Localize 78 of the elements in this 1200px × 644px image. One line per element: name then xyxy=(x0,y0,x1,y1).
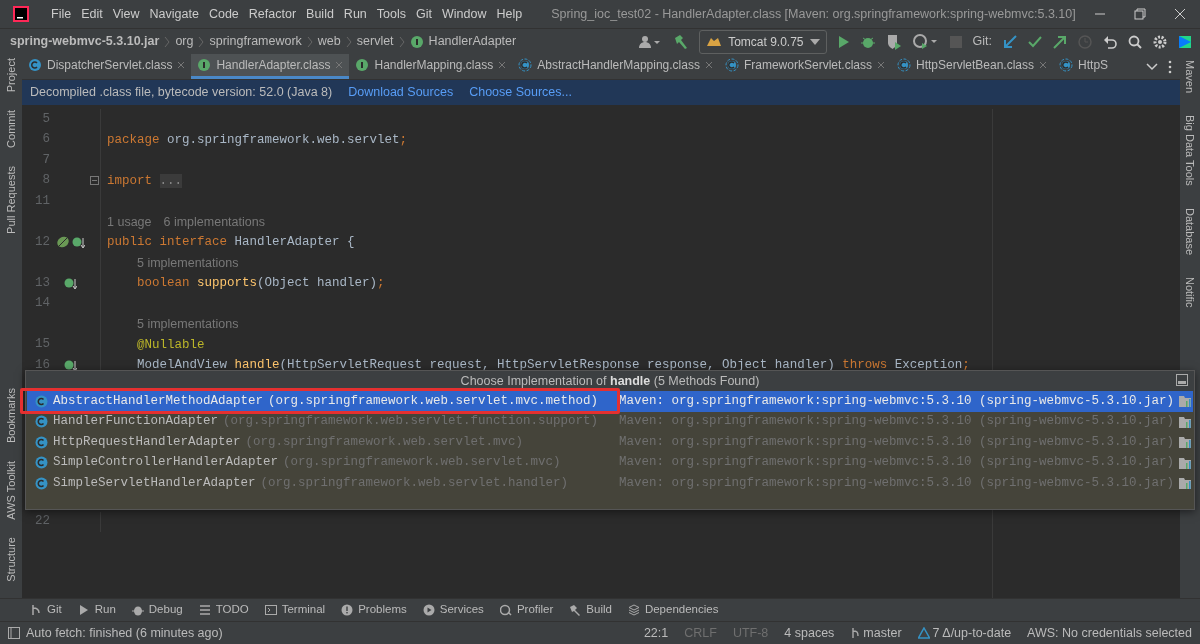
breadcrumb-item[interactable]: servlet xyxy=(356,32,394,51)
tool-window-button[interactable]: Run xyxy=(77,601,116,619)
code-line: import ... xyxy=(100,170,183,191)
menu-item[interactable]: Help xyxy=(491,4,528,24)
inlay-hint[interactable]: 5 implementations xyxy=(137,314,239,335)
editor-tab[interactable]: HttpS xyxy=(1053,54,1115,79)
line-number: 13 xyxy=(34,274,50,292)
tool-window-button[interactable]: Maven xyxy=(1181,60,1199,94)
code-line: boolean supports(Object handler); xyxy=(100,273,385,294)
menu-item[interactable]: Window xyxy=(436,4,492,24)
line-number: 8 xyxy=(41,172,50,190)
menu-item[interactable]: Refactor xyxy=(243,4,302,24)
breadcrumb-item[interactable]: springframework xyxy=(209,32,302,51)
banner-link[interactable]: Choose Sources... xyxy=(469,83,572,102)
tool-window-button[interactable]: Debug xyxy=(131,601,183,619)
menu-item[interactable]: Build xyxy=(301,4,339,24)
line-number: 14 xyxy=(34,295,50,313)
tool-window-button[interactable]: Database xyxy=(1181,207,1199,255)
line-number: 12 xyxy=(34,233,50,251)
menu-item[interactable]: Navigate xyxy=(144,4,204,24)
tool-window-button[interactable]: Project xyxy=(2,58,20,93)
tool-window-button[interactable]: Terminal xyxy=(264,601,326,619)
tool-window-button[interactable]: Structure xyxy=(2,537,20,582)
breadcrumb-item[interactable]: spring-webmvc-5.3.10.jar xyxy=(10,32,160,51)
menu-item[interactable]: Git xyxy=(411,4,437,24)
tool-window-button[interactable]: Pull Requests xyxy=(2,166,20,234)
inlay-hint[interactable]: 5 implementations xyxy=(137,252,239,273)
editor-tab[interactable]: HandlerMapping.class xyxy=(349,54,513,79)
line-number: 16 xyxy=(34,356,50,374)
breadcrumb-item[interactable]: org xyxy=(175,32,194,51)
status-item[interactable]: 7 Δ/up-to-date xyxy=(917,623,1012,643)
status-item[interactable]: master xyxy=(850,623,902,643)
line-number: 5 xyxy=(41,110,50,128)
tool-window-button[interactable]: Profiler xyxy=(499,601,554,619)
banner-link[interactable]: Download Sources xyxy=(348,83,454,102)
inlay-hint[interactable]: 1 usage xyxy=(107,211,152,232)
status-item[interactable]: 4 spaces xyxy=(784,623,835,643)
tool-window-button[interactable]: Problems xyxy=(341,601,407,619)
code-line: package org.springframework.web.servlet; xyxy=(100,129,408,150)
tool-window-button[interactable]: TODO xyxy=(198,601,249,619)
status-message: Auto fetch: finished (6 minutes ago) xyxy=(26,624,223,642)
line-number: 6 xyxy=(41,131,50,149)
menu-item[interactable]: View xyxy=(107,4,145,24)
line-number: 11 xyxy=(34,192,50,210)
breadcrumb-item[interactable]: HandlerAdapter xyxy=(428,32,517,51)
line-number: 22 xyxy=(34,513,50,531)
tool-window-button[interactable]: Dependencies xyxy=(627,601,719,619)
tool-window-button[interactable]: Commit xyxy=(2,110,20,149)
editor-tab[interactable]: FrameworkServlet.class xyxy=(718,54,891,79)
menu-item[interactable]: File xyxy=(46,4,77,24)
editor-tab[interactable]: AbstractHandlerMapping.class xyxy=(512,54,719,79)
menu-item[interactable]: Run xyxy=(338,4,372,24)
tool-window-button[interactable]: Git xyxy=(30,601,62,619)
git-label: Git: xyxy=(972,33,992,51)
tool-window-button[interactable]: Bookmarks xyxy=(2,387,20,443)
tool-window-button[interactable]: Build xyxy=(569,601,612,619)
menu-item[interactable]: Tools xyxy=(371,4,411,24)
status-item[interactable]: 22:1 xyxy=(643,623,669,643)
tool-window-button[interactable]: Notific xyxy=(1181,276,1199,308)
menu-item[interactable]: Edit xyxy=(76,4,108,24)
line-number: 15 xyxy=(34,336,50,354)
window-title: Spring_ioc_test02 - HandlerAdapter.class [Maven: org.springframework:spring-webmvc:5.3.10] xyxy=(551,5,1076,23)
run-configuration-dropdown[interactable]: Tomcat 9.0.75 xyxy=(699,29,827,54)
banner-text: Decompiled .class file, bytecode version: 52.0 (Java 8) xyxy=(30,84,333,102)
menu-item[interactable]: Code xyxy=(203,4,244,24)
code-line: public interface HandlerAdapter { xyxy=(100,232,355,253)
implementation-item[interactable]: AbstractHandlerMethodAdapter (org.springframework.web.servlet.mvc.method) Maven: org.springframework:spring-webmvc:5.3.10 (spring-webmvc-5.3.10.jar) xyxy=(27,391,1193,412)
tool-window-button[interactable]: AWS Toolkit xyxy=(2,460,20,520)
tool-window-button[interactable]: Services xyxy=(422,601,484,619)
tool-window-button[interactable]: Big Data Tools xyxy=(1181,115,1199,186)
status-item[interactable]: AWS: No credentials selected xyxy=(1027,623,1192,643)
editor-tab[interactable]: HandlerAdapter.class xyxy=(191,54,350,79)
editor-tab[interactable]: HttpServletBean.class xyxy=(891,54,1054,79)
breadcrumb-item[interactable]: web xyxy=(317,32,341,51)
code-line: @Nullable xyxy=(100,334,205,355)
inlay-hint[interactable]: 6 implementations xyxy=(163,211,265,232)
line-number: 7 xyxy=(41,151,50,169)
editor-tab[interactable]: DispatcherServlet.class xyxy=(22,54,192,79)
